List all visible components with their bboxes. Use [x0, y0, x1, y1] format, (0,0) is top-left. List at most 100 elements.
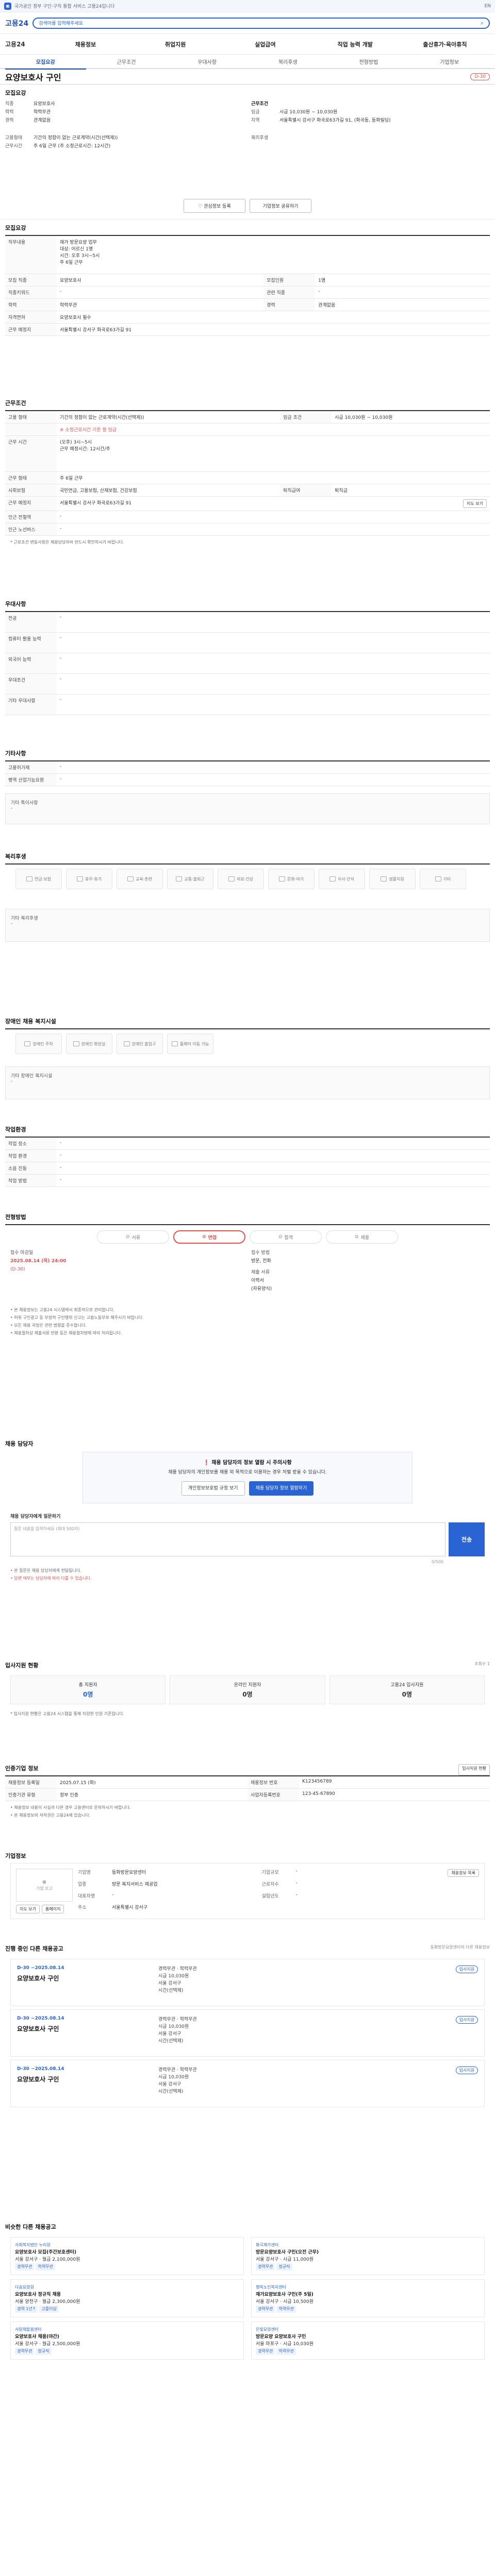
contact-section: 채용 담당자 ❗ 채용 담당자의 정보 열람 시 주의사항 채용 담당자의 개인…	[0, 1435, 495, 1657]
nav-item-jobs[interactable]: 채용정보	[41, 40, 130, 48]
culture-icon	[279, 876, 285, 882]
stat-card: 온라인 지원자 0명	[170, 1675, 325, 1704]
summary-job: 요양보호사	[34, 101, 55, 107]
view-contact-button[interactable]: 채용 담당자 정보 열람하기	[249, 1481, 314, 1496]
welfare-item: 교통·출퇴근	[167, 869, 213, 889]
disabled-heading: 장애인 채용 복지시설	[5, 1018, 56, 1025]
apply-pill[interactable]: 입사지원	[455, 2016, 478, 2024]
similar-job-card[interactable]: 은빛요양센터 방문요양 요양보호사 구인 서울 마포구 · 시급 10,030원 경력…	[251, 2321, 485, 2360]
summary-emp: 기간의 정함이 없는 근로계약(시간(선택제))	[34, 135, 118, 141]
facility-item: 장애인 주차	[15, 1033, 62, 1054]
tab-screening[interactable]: 전형방법	[328, 58, 409, 65]
job-list-button[interactable]: 채용정보 목록	[448, 1869, 479, 1877]
etc-section: 기타사항 고용허가제 - 병역 산업기능요원 - 기타 특이사항 -	[0, 745, 495, 848]
facility-item: 장애인 출입구	[117, 1033, 163, 1054]
nav-home[interactable]: 고용24	[5, 40, 25, 48]
search-input[interactable]: 검색어를 입력해주세요 ⌕	[32, 17, 490, 29]
summary-heading: 모집요강	[5, 90, 26, 96]
stat-card: 고용24 입사지원 0명	[329, 1675, 485, 1704]
send-question-button[interactable]: 전송	[449, 1522, 485, 1556]
registration-section: 인증기업 정보 입사지원 현황 채용정보 등록일 2025.07.15 (화) 채용정…	[0, 1760, 495, 1848]
welfare-item: 식사·간식	[319, 869, 365, 889]
top-notice: 국가공인 정부 구인·구직 통합 서비스 고용24입니다	[14, 4, 115, 9]
wheelchair-icon	[171, 1041, 178, 1046]
job-card[interactable]: D-30 ~2025.08.14 요양보호사 구인 경력무관 · 학력무관 시급 1…	[10, 2009, 485, 2057]
conditions-table: 고용 형태 기간의 정함이 없는 근로계약(시간(선택제)) 임금 조건 시급 10,…	[5, 410, 490, 536]
action-row: ♡ 관심정보 등록 기업정보 공유하기	[0, 193, 495, 219]
company-logo: ▦ 기업 로고	[16, 1869, 73, 1902]
company-map-button[interactable]: 지도 보기	[16, 1905, 40, 1913]
pension-icon	[26, 876, 32, 882]
site-logo[interactable]: 고용24	[5, 18, 28, 28]
toilet-icon	[73, 1041, 79, 1046]
work-env-section: 작업환경 작업 장소 - 작업 환경 - 소음 진동 - 작업 방법 -	[0, 1121, 495, 1209]
contact-heading: 채용 담당자	[5, 1440, 34, 1447]
job-card[interactable]: D-30 ~2025.08.14 요양보호사 구인 경력무관 · 학력무관 시급 1…	[10, 2060, 485, 2107]
similar-job-card[interactable]: 다솜요양원 요양보호사 정규직 채용 서울 양천구 · 월급 2,300,000원 경…	[10, 2279, 244, 2317]
similar-job-card[interactable]: 행복노인복지센터 재가요양보호사 구인(주 5일) 서울 강서구 · 시급 10,5…	[251, 2279, 485, 2317]
question-textarea[interactable]: 질문 내용을 입력하세요 (최대 500자)	[10, 1522, 446, 1556]
welfare-item: 문화·여가	[268, 869, 315, 889]
map-button[interactable]: 지도 보기	[463, 499, 487, 508]
health-icon	[228, 876, 235, 882]
deadline-value: 2025.08.14 (목) 24:00	[10, 1259, 67, 1264]
tab-recruit[interactable]: 모집요강	[5, 58, 86, 70]
privacy-callout: ❗ 채용 담당자의 정보 열람 시 주의사항 채용 담당자의 개인정보를 채용 …	[82, 1452, 412, 1503]
company-heading: 기업정보	[5, 1853, 26, 1859]
etc-heading: 기타사항	[5, 750, 26, 757]
nav-item-benefit[interactable]: 실업급여	[220, 40, 310, 48]
nav-item-leave[interactable]: 출산휴가·육아휴직	[400, 40, 490, 48]
apply-stats-section: 입사지원 현황 조회수 1 총 지원자 0명 온라인 지원자 0명 고용24 입사지원…	[5, 1662, 490, 1716]
apply-pill[interactable]: 입사지원	[455, 2066, 478, 2074]
step-document: ⊙ 서류	[97, 1230, 169, 1244]
share-button[interactable]: 기업정보 공유하기	[250, 199, 311, 213]
welfare-item: 의료·건강	[218, 869, 264, 889]
similar-job-card[interactable]: 사회복지법인 누리원 요양보호사 모집(주간보호센터) 서울 강서구 · 월급 2,…	[10, 2237, 244, 2275]
apply-pill[interactable]: 입사지원	[455, 1965, 478, 1973]
section-tabs: 모집요강 근무조건 우대사항 복리후생 전형방법 기업정보	[0, 55, 495, 70]
conditions-note: * 근로조건 변동사항은 채용담당자와 반드시 확인하시기 바랍니다.	[10, 540, 124, 545]
interest-button[interactable]: ♡ 관심정보 등록	[184, 199, 245, 213]
detail-table: 직무내용 재가 방문요양 업무 대상: 어르신 1명 시간: 오후 3시~5시 주…	[5, 235, 490, 336]
warning-icon: ❗	[203, 1460, 210, 1466]
screening-section: 전형방법 ⊙ 서류 ⊙ 면접 ⊙ 합격 ⊙ 채용 접수 마감일 2025.08.…	[0, 1209, 495, 1435]
stat-card: 총 지원자 0명	[10, 1675, 166, 1704]
similar-job-card[interactable]: 사랑채돌봄센터 요양보호사 채용(야간) 서울 강서구 · 월급 2,500,000…	[10, 2321, 244, 2360]
detail-heading: 모집요강	[5, 225, 26, 231]
door-icon	[123, 1041, 130, 1046]
step-pass: ⊙ 합격	[250, 1230, 322, 1244]
step-hire: ⊙ 채용	[326, 1230, 398, 1244]
more-icon	[435, 876, 441, 882]
job-title-bar: 요양보호사 구인 D-30	[0, 69, 495, 84]
job-card[interactable]: D-30 ~2025.08.14 요양보호사 구인 경력무관 · 학력무관 시급 1…	[10, 1959, 485, 2006]
tab-conditions[interactable]: 근무조건	[86, 58, 167, 65]
welfare-item: 생활지원	[369, 869, 416, 889]
welfare-section: 복리후생 연금·보험 휴무·휴가 교육·훈련 교통·출퇴근 의료·건강 문화·여…	[0, 848, 495, 1013]
language-link[interactable]: EN	[485, 4, 491, 9]
summary-section: 모집요강 직종 요양보호사 학력 학력무관 경력 관계없음 고용형태 기간의 정함이 없…	[0, 84, 495, 193]
gov-mark-icon: ▣	[4, 2, 11, 10]
search-icon[interactable]: ⌕	[481, 20, 484, 27]
step-interview: ⊙ 면접	[173, 1230, 245, 1244]
header: 고용24 검색어를 입력해주세요 ⌕	[0, 12, 495, 34]
book-icon	[127, 876, 134, 882]
tab-company[interactable]: 기업정보	[409, 58, 490, 65]
summary-career: 관계없음	[34, 118, 51, 123]
nav-item-training[interactable]: 직업 능력 개발	[310, 40, 400, 48]
nav-item-support[interactable]: 취업지원	[130, 40, 220, 48]
facility-item: 장애인 화장실	[66, 1033, 112, 1054]
work-env-heading: 작업환경	[5, 1126, 26, 1133]
facility-item: 휠체어 이동 가능	[167, 1033, 213, 1054]
conditions-heading: 근무조건	[5, 400, 26, 406]
apply-status-button[interactable]: 입사지원 현황	[458, 1764, 490, 1775]
tab-preference[interactable]: 우대사항	[167, 58, 248, 65]
tab-welfare[interactable]: 복리후생	[248, 58, 328, 65]
page-title: 요양보호사 구인	[5, 72, 61, 82]
privacy-law-button[interactable]: 개인정보보호법 규정 보기	[181, 1481, 245, 1496]
top-notice-bar: ▣ 국가공인 정부 구인·구직 통합 서비스 고용24입니다 EN	[0, 0, 495, 12]
homepage-button[interactable]: 홈페이지	[41, 1905, 64, 1913]
building-icon: ▦	[42, 1879, 46, 1884]
summary-location: 서울특별시 강서구 화곡로63가길 91, (화곡동, 동화빌딩)	[279, 118, 391, 123]
screening-heading: 전형방법	[5, 1214, 26, 1221]
similar-job-card[interactable]: 화곡재가센터 방문요양보호사 구인(오전 근무) 서울 강서구 · 시급 11,00…	[251, 2237, 485, 2275]
